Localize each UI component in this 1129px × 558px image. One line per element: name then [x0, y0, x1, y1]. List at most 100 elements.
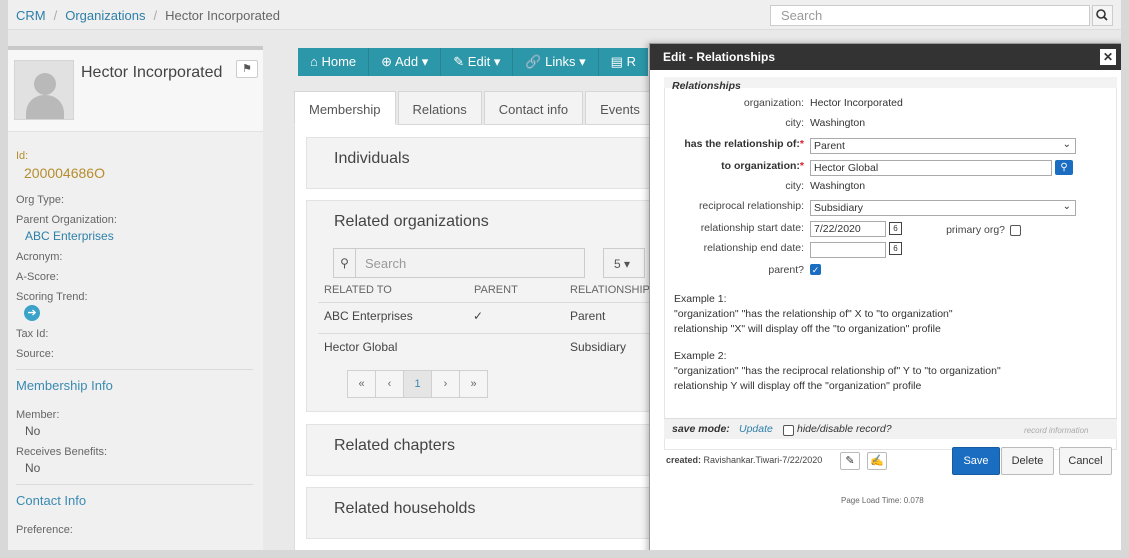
tab-events[interactable]: Events — [585, 91, 655, 125]
col-related-to[interactable]: RELATED TO — [324, 284, 392, 296]
breadcrumb-organizations[interactable]: Organizations — [65, 8, 145, 23]
add-button[interactable]: ⊕ Add ▾ — [369, 48, 442, 76]
breadcrumb: CRM / Organizations / Hector Incorporated — [16, 8, 280, 23]
page-size-select[interactable]: 5 ▾ — [603, 248, 645, 278]
end-date-input[interactable] — [810, 242, 886, 258]
save-mode-link[interactable]: Update — [739, 423, 773, 435]
created-info: created: Ravishankar.Tiwari-7/22/2020 — [666, 455, 823, 465]
table-row-related-to[interactable]: ABC Enterprises — [324, 309, 413, 323]
calendar-icon[interactable]: 6 — [889, 242, 902, 255]
tab-relations[interactable]: Relations — [397, 91, 482, 125]
reports-button[interactable]: ▤ R — [598, 48, 648, 76]
chevron-down-icon: ⌄ — [1062, 139, 1071, 150]
reciprocal-select[interactable]: Subsidiary ⌄ — [810, 200, 1076, 216]
membership-info-heading[interactable]: Membership Info — [16, 378, 256, 393]
home-button[interactable]: ⌂ Home — [298, 48, 370, 76]
dialog-header: Edit - Relationships ✕ — [650, 44, 1124, 70]
edit-button[interactable]: ✎ Edit ▾ — [441, 48, 514, 76]
tag-icon[interactable]: ⚑ — [236, 60, 258, 78]
acronym-label: Acronym: — [16, 251, 63, 263]
edit-record-button[interactable]: ✍ — [867, 452, 887, 470]
save-button[interactable]: Save — [952, 447, 1000, 475]
has-relationship-label: has the relationship of:* — [684, 138, 804, 150]
id-value: 200004686O — [24, 165, 105, 181]
preference-label: Preference: — [16, 524, 73, 536]
start-date-input[interactable]: 7/22/2020 — [810, 221, 886, 237]
related-chapters-heading[interactable]: Related chapters — [334, 437, 455, 455]
organization-value: Hector Incorporated — [810, 97, 903, 109]
edit-icon: ✎ — [453, 54, 465, 69]
benefits-label: Receives Benefits: — [16, 446, 108, 458]
bar-chart-icon: ▤ — [610, 54, 623, 69]
scoring-trend-label: Scoring Trend: — [16, 291, 88, 303]
organization-lookup-button[interactable]: ⚲ — [1055, 160, 1073, 175]
source-label: Source: — [16, 348, 54, 360]
action-toolbar: ⌂ Home ⊕ Add ▾ ✎ Edit ▾ 🔗 Links ▾ ▤ R — [298, 48, 648, 76]
edit-created-button[interactable]: ✎ — [840, 452, 860, 470]
prev-page-button[interactable]: ‹ — [375, 370, 404, 398]
edit-icon: ✍ — [870, 455, 884, 467]
to-organization-label: to organization:* — [721, 160, 804, 172]
calendar-icon[interactable]: 6 — [889, 222, 902, 235]
to-organization-input[interactable]: Hector Global — [810, 160, 1052, 176]
contact-info-heading[interactable]: Contact Info — [16, 493, 256, 508]
a-score-label: A-Score: — [16, 271, 59, 283]
global-search-input[interactable]: Search — [770, 5, 1090, 26]
cancel-button[interactable]: Cancel — [1059, 447, 1112, 475]
tab-bar: Membership Relations Contact info Events — [294, 91, 673, 125]
org-summary-panel: Hector Incorporated ⚑ Id: 200004686O Org… — [8, 46, 263, 558]
has-relationship-select[interactable]: Parent ⌄ — [810, 138, 1076, 154]
city-value: Washington — [810, 117, 866, 129]
last-page-button[interactable]: » — [459, 370, 488, 398]
table-row-parent: ✓ — [473, 309, 484, 323]
parent-org-link[interactable]: ABC Enterprises — [25, 229, 256, 243]
primary-org-checkbox[interactable] — [1010, 225, 1021, 236]
parent-org-label: Parent Organization: — [16, 214, 117, 226]
close-icon[interactable]: ✕ — [1100, 49, 1116, 65]
related-households-section: Related households — [306, 487, 656, 539]
search-button[interactable] — [1092, 5, 1113, 26]
member-value: No — [25, 424, 41, 438]
tax-id-label: Tax Id: — [16, 328, 49, 340]
parent-checkbox[interactable]: ✓ — [810, 264, 821, 275]
relationships-section-title: Relationships — [672, 80, 741, 92]
next-page-button[interactable]: › — [431, 370, 460, 398]
first-page-button[interactable]: « — [347, 370, 376, 398]
record-information-link[interactable]: record information — [1024, 426, 1088, 435]
reciprocal-label: reciprocal relationship: — [698, 200, 804, 212]
org-header: Hector Incorporated ⚑ — [8, 50, 263, 132]
tab-membership[interactable]: Membership — [294, 91, 396, 125]
id-label: Id: — [16, 150, 29, 162]
page-load-time: Page Load Time: 0.078 — [841, 496, 924, 505]
chevron-down-icon: ⌄ — [1062, 201, 1071, 212]
to-city-label: city: — [785, 180, 804, 192]
org-type-label: Org Type: — [16, 194, 65, 206]
col-relationship[interactable]: RELATIONSHIP — [570, 284, 650, 296]
individuals-heading[interactable]: Individuals — [334, 150, 410, 168]
avatar — [14, 60, 74, 120]
links-button[interactable]: 🔗 Links ▾ — [513, 48, 599, 76]
pencil-icon: ✎ — [845, 455, 855, 467]
related-chapters-section: Related chapters — [306, 424, 656, 476]
table-row-relationship: Subsidiary — [570, 340, 627, 354]
dialog-title: Edit - Relationships — [663, 50, 776, 64]
search-icon — [1096, 9, 1108, 21]
save-mode-label: save mode: — [672, 423, 730, 435]
page-1-button[interactable]: 1 — [403, 370, 432, 398]
delete-button[interactable]: Delete — [1001, 447, 1054, 475]
hide-record-checkbox[interactable] — [783, 425, 794, 436]
search-icon: ⚲ — [1060, 162, 1068, 173]
end-date-label: relationship end date: — [703, 242, 804, 254]
related-search-input[interactable]: ⚲ Search — [333, 248, 585, 278]
col-parent[interactable]: PARENT — [474, 284, 518, 296]
org-name: Hector Incorporated — [81, 64, 223, 81]
breadcrumb-crm[interactable]: CRM — [16, 8, 46, 23]
home-icon: ⌂ — [310, 54, 318, 69]
related-households-heading[interactable]: Related households — [334, 500, 475, 518]
tab-contact-info[interactable]: Contact info — [483, 91, 584, 125]
table-row-related-to[interactable]: Hector Global — [324, 340, 397, 354]
related-orgs-heading[interactable]: Related organizations — [334, 213, 489, 231]
primary-org-label: primary org? — [946, 224, 1005, 236]
member-label: Member: — [16, 409, 60, 421]
edit-relationships-dialog: Edit - Relationships ✕ Relationships org… — [649, 43, 1125, 558]
